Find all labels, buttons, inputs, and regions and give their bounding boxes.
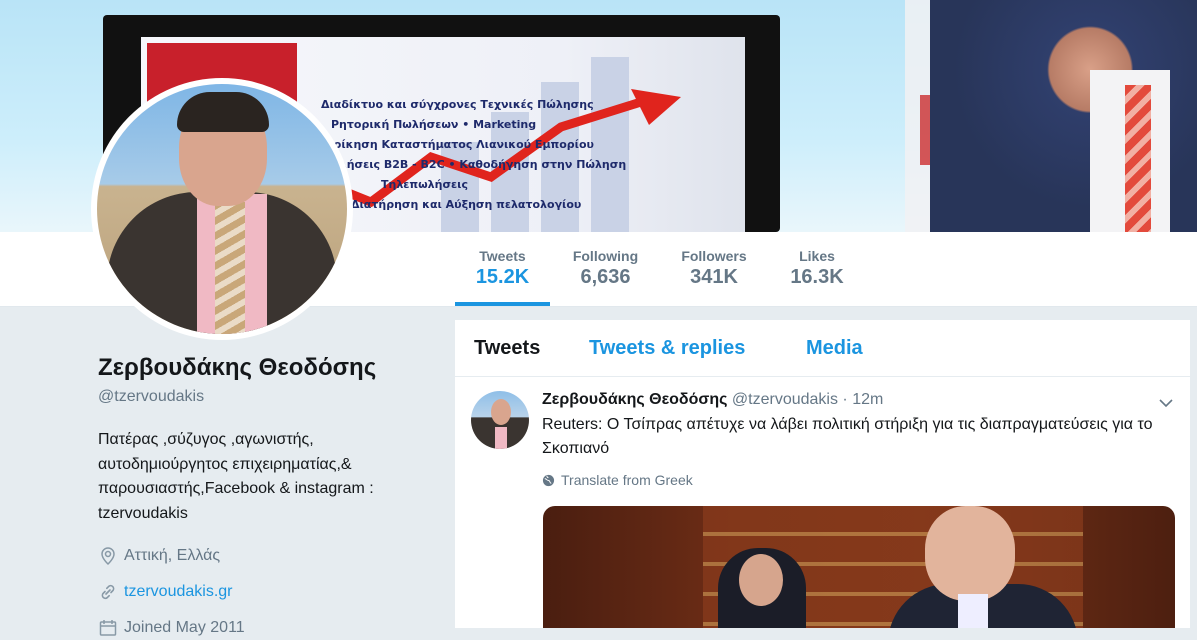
- tweet-header: Ζερβουδάκης Θεοδόσης @tzervoudakis · 12m: [542, 389, 883, 411]
- profile-avatar[interactable]: [91, 78, 353, 340]
- tweet-timestamp[interactable]: · 12m: [842, 391, 883, 408]
- profile-website: tzervoudakis.gr: [98, 580, 428, 604]
- globe-icon: [542, 474, 555, 486]
- stat-value: 6,636: [580, 266, 631, 288]
- stat-value: 15.2K: [475, 266, 530, 288]
- tab-media[interactable]: Media: [806, 337, 863, 360]
- stat-value: 341K: [690, 266, 738, 288]
- tweet-avatar[interactable]: [471, 391, 529, 449]
- tweet-author-handle[interactable]: @tzervoudakis: [732, 391, 838, 408]
- stat-label: Tweets: [479, 248, 526, 264]
- tweet-author-name[interactable]: Ζερβουδάκης Θεοδόσης: [542, 391, 727, 408]
- stat-label: Following: [572, 248, 639, 264]
- timeline-tabs: Tweets Tweets & replies Media: [455, 320, 1190, 377]
- stat-likes[interactable]: Likes 16.3K: [782, 232, 852, 306]
- timeline: Tweets Tweets & replies Media Ζερβουδάκη…: [455, 320, 1190, 628]
- profile-location: Αττική, Ελλάς: [98, 544, 428, 568]
- tweet-text: Reuters: Ο Τσίπρας απέτυχε να λάβει πολι…: [542, 416, 1153, 457]
- chevron-down-icon[interactable]: [1158, 395, 1174, 411]
- translate-text: Translate from Greek: [561, 472, 693, 488]
- website-link[interactable]: tzervoudakis.gr: [124, 583, 233, 601]
- calendar-icon: [99, 620, 117, 636]
- tweet-item[interactable]: Ζερβουδάκης Θεοδόσης @tzervoudakis · 12m…: [455, 377, 1190, 628]
- stat-tweets[interactable]: Tweets 15.2K: [455, 232, 550, 306]
- location-pin-icon: [101, 547, 115, 566]
- link-icon: [101, 584, 115, 600]
- banner-screen-text: Διαδίκτυο και σύγχρονες Τεχνικές Πώλησης…: [321, 98, 627, 211]
- location-text: Αττική, Ελλάς: [124, 547, 221, 564]
- stat-followers[interactable]: Followers 341K: [672, 232, 756, 306]
- profile-joined: Joined May 2011: [98, 616, 428, 640]
- profile-name[interactable]: Ζερβουδάκης Θεοδόσης: [98, 350, 428, 386]
- translate-link[interactable]: Translate from Greek: [542, 472, 693, 488]
- tweet-media-image[interactable]: [543, 506, 1175, 628]
- stat-label: Followers: [681, 248, 747, 264]
- stat-value: 16.3K: [790, 266, 844, 288]
- profile-handle[interactable]: @tzervoudakis: [98, 388, 428, 406]
- profile-card: Ζερβουδάκης Θεοδόσης @tzervoudakis Πατέρ…: [98, 350, 428, 640]
- stat-following[interactable]: Following 6,636: [562, 232, 649, 306]
- profile-bio: Πατέρας ,σύζυγος ,αγωνιστής, αυτοδημιούρ…: [98, 431, 374, 522]
- stat-label: Likes: [799, 248, 835, 264]
- tab-tweets[interactable]: Tweets: [474, 337, 540, 360]
- tab-tweets-replies[interactable]: Tweets & replies: [589, 337, 745, 360]
- joined-text: Joined May 2011: [124, 619, 245, 636]
